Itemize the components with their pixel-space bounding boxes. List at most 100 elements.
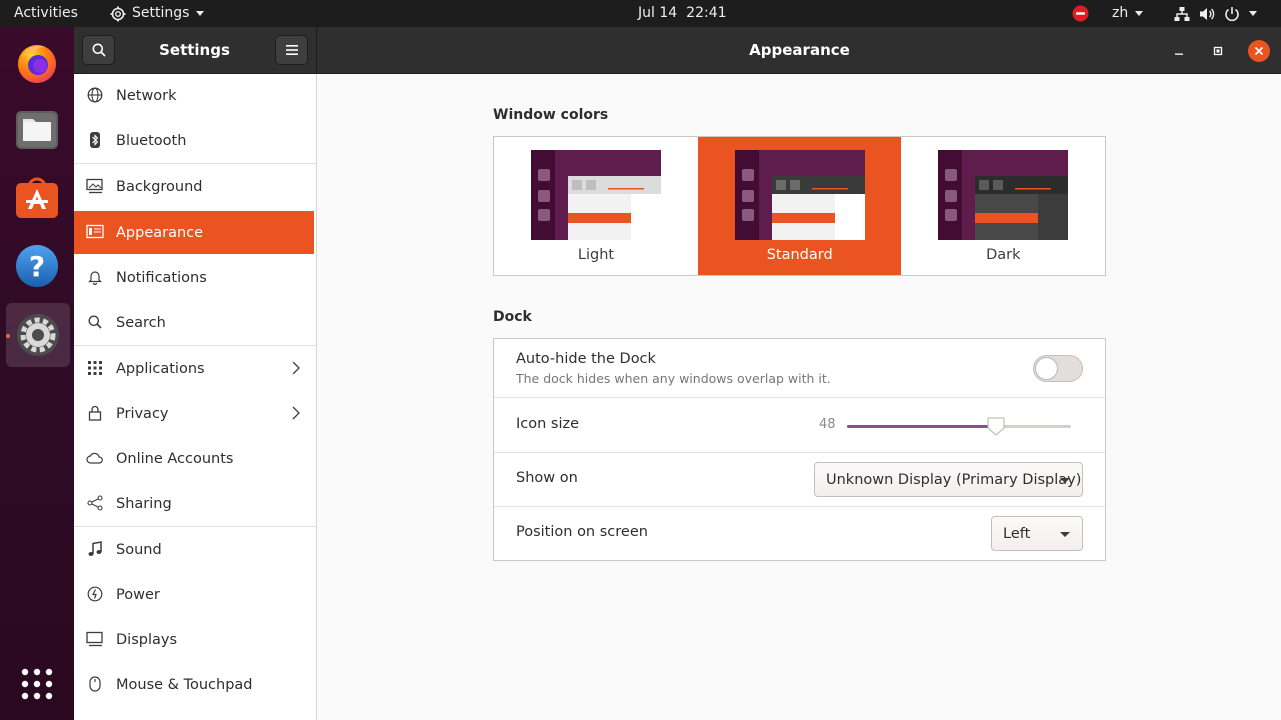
dock-heading: Dock	[493, 309, 532, 325]
files-launcher[interactable]	[10, 101, 64, 159]
sidebar-item-label: Search	[116, 314, 166, 331]
slider-fill	[847, 425, 996, 428]
dark-theme-preview	[938, 150, 1069, 240]
mouse-icon	[86, 675, 104, 693]
theme-option-light[interactable]: Light	[494, 137, 698, 275]
sidebar-item-label: Network	[116, 87, 177, 104]
help-launcher[interactable]: ?	[10, 237, 64, 295]
sidebar-item-displays[interactable]: Displays	[74, 618, 314, 661]
theme-label: Standard	[766, 247, 833, 263]
sidebar-item-appearance[interactable]: Appearance	[74, 211, 314, 254]
power-icon	[1225, 6, 1239, 21]
close-button[interactable]	[1248, 40, 1270, 62]
dock-settings-list: Auto-hide the Dock The dock hides when a…	[493, 338, 1106, 561]
autohide-toggle[interactable]	[1033, 355, 1083, 382]
maximize-button[interactable]	[1207, 40, 1229, 62]
bell-icon	[86, 268, 104, 286]
theme-option-dark[interactable]: Dark	[901, 137, 1105, 275]
show-on-dropdown[interactable]: Unknown Display (Primary Display)	[814, 462, 1083, 497]
window-colors-picker: Light Standard Dark	[493, 136, 1106, 276]
show-on-value: Unknown Display (Primary Display)	[826, 471, 1082, 488]
sidebar-item-applications[interactable]: Applications	[74, 347, 314, 390]
theme-option-standard[interactable]: Standard	[697, 137, 902, 275]
autohide-label: Auto-hide the Dock	[516, 351, 656, 367]
clock-time: 22:41	[686, 5, 727, 21]
sidebar-item-label: Mouse & Touchpad	[116, 676, 253, 693]
sidebar-item-label: Sharing	[116, 495, 172, 512]
sidebar-item-sharing[interactable]: Sharing	[74, 482, 314, 525]
ubuntu-software-launcher[interactable]	[10, 169, 64, 227]
sidebar-item-network[interactable]: Network	[74, 74, 314, 117]
sidebar-item-power[interactable]: Power	[74, 573, 314, 616]
cloud-icon	[86, 449, 104, 467]
activities-button[interactable]: Activities	[14, 0, 78, 27]
primary-menu-button[interactable]	[275, 35, 308, 65]
sidebar-item-label: Sound	[116, 541, 162, 558]
sidebar-item-bluetooth[interactable]: Bluetooth	[74, 119, 314, 162]
dock: ?	[0, 27, 74, 720]
app-grid-icon	[21, 668, 53, 700]
sidebar-item-label: Displays	[116, 631, 178, 648]
sidebar-header: Settings	[74, 27, 317, 74]
show-on-label: Show on	[516, 470, 578, 486]
sidebar-item-label: Bluetooth	[116, 132, 187, 149]
position-dropdown[interactable]: Left	[991, 516, 1083, 551]
position-label: Position on screen	[516, 524, 648, 540]
icon-size-row: Icon size 48	[494, 398, 1105, 453]
chevron-right-icon	[292, 406, 300, 420]
sidebar-item-background[interactable]: Background	[74, 165, 314, 208]
settings-launcher[interactable]	[6, 303, 70, 367]
sidebar-item-label: Applications	[116, 360, 205, 377]
network-icon	[1174, 6, 1190, 21]
sidebar-item-label: Privacy	[116, 405, 169, 422]
show-applications-button[interactable]	[10, 655, 64, 713]
sidebar-item-label: Appearance	[116, 224, 204, 241]
gear-icon	[110, 6, 126, 21]
sidebar-item-online-accounts[interactable]: Online Accounts	[74, 437, 314, 480]
help-icon: ?	[16, 245, 58, 287]
position-row: Position on screen Left	[494, 507, 1105, 560]
firefox-launcher[interactable]	[10, 33, 64, 91]
toggle-knob	[1035, 357, 1058, 380]
svg-text:?: ?	[29, 250, 45, 283]
settings-window: Settings Appearance Network Bluetooth Ba…	[74, 27, 1281, 720]
clock[interactable]: Jul 14 22:41	[638, 0, 727, 27]
chevron-down-icon	[1060, 478, 1070, 483]
sidebar-item-label: Online Accounts	[116, 450, 234, 467]
firefox-icon	[18, 45, 56, 83]
page-title: Appearance	[749, 41, 850, 59]
settings-sidebar: Network Bluetooth Background Appearance …	[74, 74, 317, 720]
window-colors-heading: Window colors	[493, 107, 609, 123]
light-theme-preview	[531, 150, 661, 240]
volume-icon	[1200, 7, 1215, 20]
share-icon	[86, 494, 104, 512]
sidebar-item-sound[interactable]: Sound	[74, 528, 314, 571]
chevron-down-icon	[1249, 11, 1257, 16]
sidebar-item-mouse-touchpad[interactable]: Mouse & Touchpad	[74, 663, 314, 706]
sidebar-item-label: Background	[116, 178, 203, 195]
language-label: zh	[1112, 5, 1129, 21]
search-icon	[86, 313, 104, 331]
appearance-icon	[86, 223, 104, 241]
chevron-down-icon	[196, 11, 205, 16]
software-store-icon	[16, 177, 58, 218]
lock-icon	[86, 404, 104, 422]
display-icon	[86, 630, 104, 648]
system-menu[interactable]	[1174, 0, 1257, 27]
network-globe-icon	[86, 86, 104, 104]
sidebar-item-search[interactable]: Search	[74, 301, 314, 344]
slider-handle[interactable]	[986, 416, 1006, 436]
minimize-button[interactable]	[1168, 40, 1190, 62]
icon-size-value: 48	[819, 417, 836, 432]
theme-label: Dark	[986, 247, 1021, 263]
maximize-icon	[1213, 46, 1223, 56]
input-method-menu[interactable]: zh	[1112, 0, 1144, 27]
do-not-disturb-icon[interactable]	[1072, 5, 1089, 22]
sidebar-item-notifications[interactable]: Notifications	[74, 256, 314, 299]
icon-size-slider[interactable]	[847, 425, 1071, 428]
app-menu[interactable]: Settings	[110, 0, 205, 27]
show-on-row: Show on Unknown Display (Primary Display…	[494, 453, 1105, 507]
sidebar-item-privacy[interactable]: Privacy	[74, 392, 314, 435]
divider	[74, 163, 316, 164]
bluetooth-icon	[86, 131, 104, 149]
